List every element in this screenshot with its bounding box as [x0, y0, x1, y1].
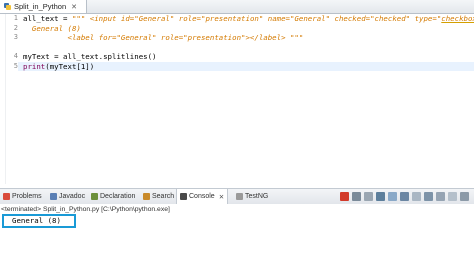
code-token-args: (myText[1])	[45, 61, 95, 71]
editor-tab-bar: Split_in_Python ✕	[0, 0, 474, 14]
javadoc-icon	[50, 193, 57, 200]
tab-label: Javadoc	[59, 193, 86, 200]
code-token-variable: all_text =	[23, 14, 72, 23]
search-icon	[143, 193, 150, 200]
line-number: 3	[13, 33, 18, 41]
console-output-highlighted: General (8)	[2, 214, 76, 228]
tab-label: Problems	[12, 193, 42, 200]
editor-tab-split-in-python[interactable]: Split_in_Python ✕	[0, 0, 87, 13]
line-number-gutter: 1 2 3 4 5	[6, 14, 18, 184]
code-line-4: myText = all_text.splitlines()	[23, 52, 157, 61]
console-toolbar	[340, 191, 469, 202]
line-number: 1	[13, 14, 18, 22]
console-status-line: <terminated> Split_in_Python.py [C:\Pyth…	[1, 206, 170, 213]
declaration-icon	[91, 193, 98, 200]
code-token-string-underlined: checkbox	[441, 14, 474, 23]
maximize-icon[interactable]	[460, 192, 469, 201]
code-line-1: all_text = """ <input id="General" role=…	[23, 14, 474, 24]
remove-all-icon[interactable]	[364, 192, 373, 201]
tab-javadoc[interactable]: Javadoc	[50, 189, 85, 204]
tab-problems[interactable]: Problems	[3, 189, 42, 204]
tab-search[interactable]: Search	[143, 189, 174, 204]
code-line-5: print(myText[1])	[23, 62, 94, 72]
tab-console[interactable]: Console ✕	[176, 189, 229, 204]
remove-launch-icon[interactable]	[352, 192, 361, 201]
view-tab-bar: Problems Javadoc Declaration Search Cons…	[0, 188, 474, 205]
problems-icon	[3, 193, 10, 200]
editor-tab-label: Split_in_Python	[14, 2, 67, 11]
line-number: 4	[13, 52, 18, 60]
tab-declaration[interactable]: Declaration	[91, 189, 135, 204]
close-icon[interactable]: ✕	[71, 3, 77, 11]
console-icon	[180, 193, 187, 200]
display-selected-console-icon[interactable]	[424, 192, 433, 201]
code-text: all_text = """ <input id="General" role=…	[23, 14, 474, 81]
code-line-2: General (8)	[23, 23, 81, 33]
tab-label: Console	[189, 193, 215, 200]
scroll-lock-icon[interactable]	[388, 192, 397, 201]
close-icon[interactable]: ✕	[219, 193, 224, 201]
testng-icon	[236, 193, 243, 200]
code-token-keyword: print	[23, 61, 46, 71]
terminate-icon[interactable]	[340, 192, 349, 201]
word-wrap-icon[interactable]	[400, 192, 409, 201]
code-line-3: <label for="General" role="presentation"…	[23, 33, 304, 42]
code-token-string: """	[71, 14, 90, 23]
code-editor[interactable]: 1 2 3 4 5 all_text = """ <input id="Gene…	[0, 14, 474, 184]
tab-label: Search	[152, 193, 175, 200]
tab-label: TestNG	[245, 193, 269, 200]
open-console-icon[interactable]	[436, 192, 445, 201]
code-token-string: <input id="General" role="presentation" …	[89, 14, 442, 23]
minimize-icon[interactable]	[448, 192, 457, 201]
python-file-icon	[4, 3, 11, 10]
line-number: 5	[13, 61, 18, 70]
tab-testng[interactable]: TestNG	[236, 189, 268, 204]
clear-console-icon[interactable]	[376, 192, 385, 201]
line-number: 2	[13, 23, 18, 32]
pin-console-icon[interactable]	[412, 192, 421, 201]
tab-label: Declaration	[100, 193, 136, 200]
